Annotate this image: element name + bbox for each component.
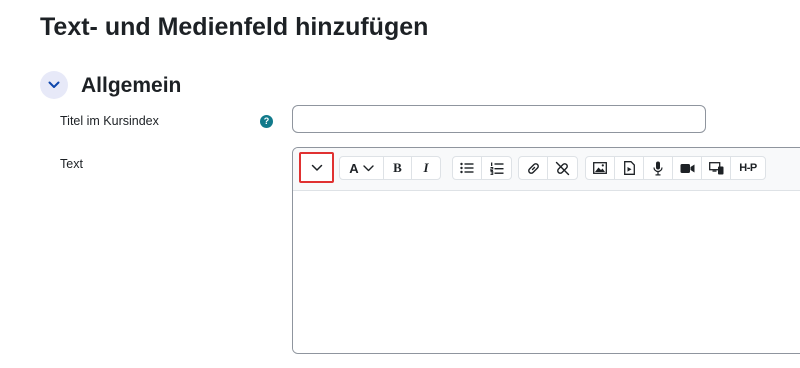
link-icon (527, 162, 539, 174)
list-button-group (452, 156, 512, 180)
italic-button[interactable]: I (412, 157, 440, 179)
chevron-down-icon (362, 164, 374, 171)
format-button-group: A B I (339, 156, 441, 180)
page: Text- und Medienfeld hinzufügen Allgemei… (0, 0, 800, 368)
link-button-group (518, 156, 578, 180)
image-button[interactable] (586, 157, 615, 179)
h5p-button[interactable]: H‑P (731, 157, 765, 179)
h5p-icon: H‑P (739, 162, 757, 174)
image-icon (593, 162, 607, 174)
unlink-button[interactable] (548, 157, 577, 179)
title-field-label: Titel im Kursindex (60, 114, 159, 128)
section-collapse-toggle[interactable] (40, 71, 68, 99)
bold-icon: B (393, 160, 402, 175)
section-title: Allgemein (81, 74, 182, 97)
media-button-group: H‑P (585, 156, 766, 180)
title-input[interactable] (292, 105, 706, 133)
unlink-icon (555, 161, 570, 175)
screen-recorder-button[interactable] (702, 157, 731, 179)
font-style-button[interactable]: A (340, 157, 384, 179)
bullet-list-button[interactable] (453, 157, 482, 179)
microphone-icon (653, 161, 663, 175)
numbered-list-icon (489, 162, 503, 175)
bold-button[interactable]: B (384, 157, 412, 179)
bullet-list-icon (460, 162, 474, 174)
help-icon[interactable]: ? (260, 115, 273, 128)
font-icon: A (349, 160, 359, 176)
text-editor: A B I H‑P (292, 147, 800, 354)
text-field-label: Text (60, 157, 83, 171)
numbered-list-button[interactable] (482, 157, 511, 179)
italic-icon: I (423, 160, 429, 175)
file-media-icon (623, 161, 635, 175)
screen-recorder-icon (708, 161, 723, 174)
video-camera-icon (680, 163, 694, 173)
page-title: Text- und Medienfeld hinzufügen (40, 13, 429, 41)
chevron-down-icon (311, 164, 322, 171)
media-button[interactable] (615, 157, 644, 179)
audio-button[interactable] (644, 157, 673, 179)
toggle-toolbar-button[interactable] (299, 152, 334, 183)
video-button[interactable] (673, 157, 702, 179)
editor-toolbar: A B I H‑P (293, 148, 800, 191)
chevron-down-icon (48, 81, 60, 88)
link-button[interactable] (519, 157, 548, 179)
editor-content-area[interactable] (293, 191, 800, 353)
